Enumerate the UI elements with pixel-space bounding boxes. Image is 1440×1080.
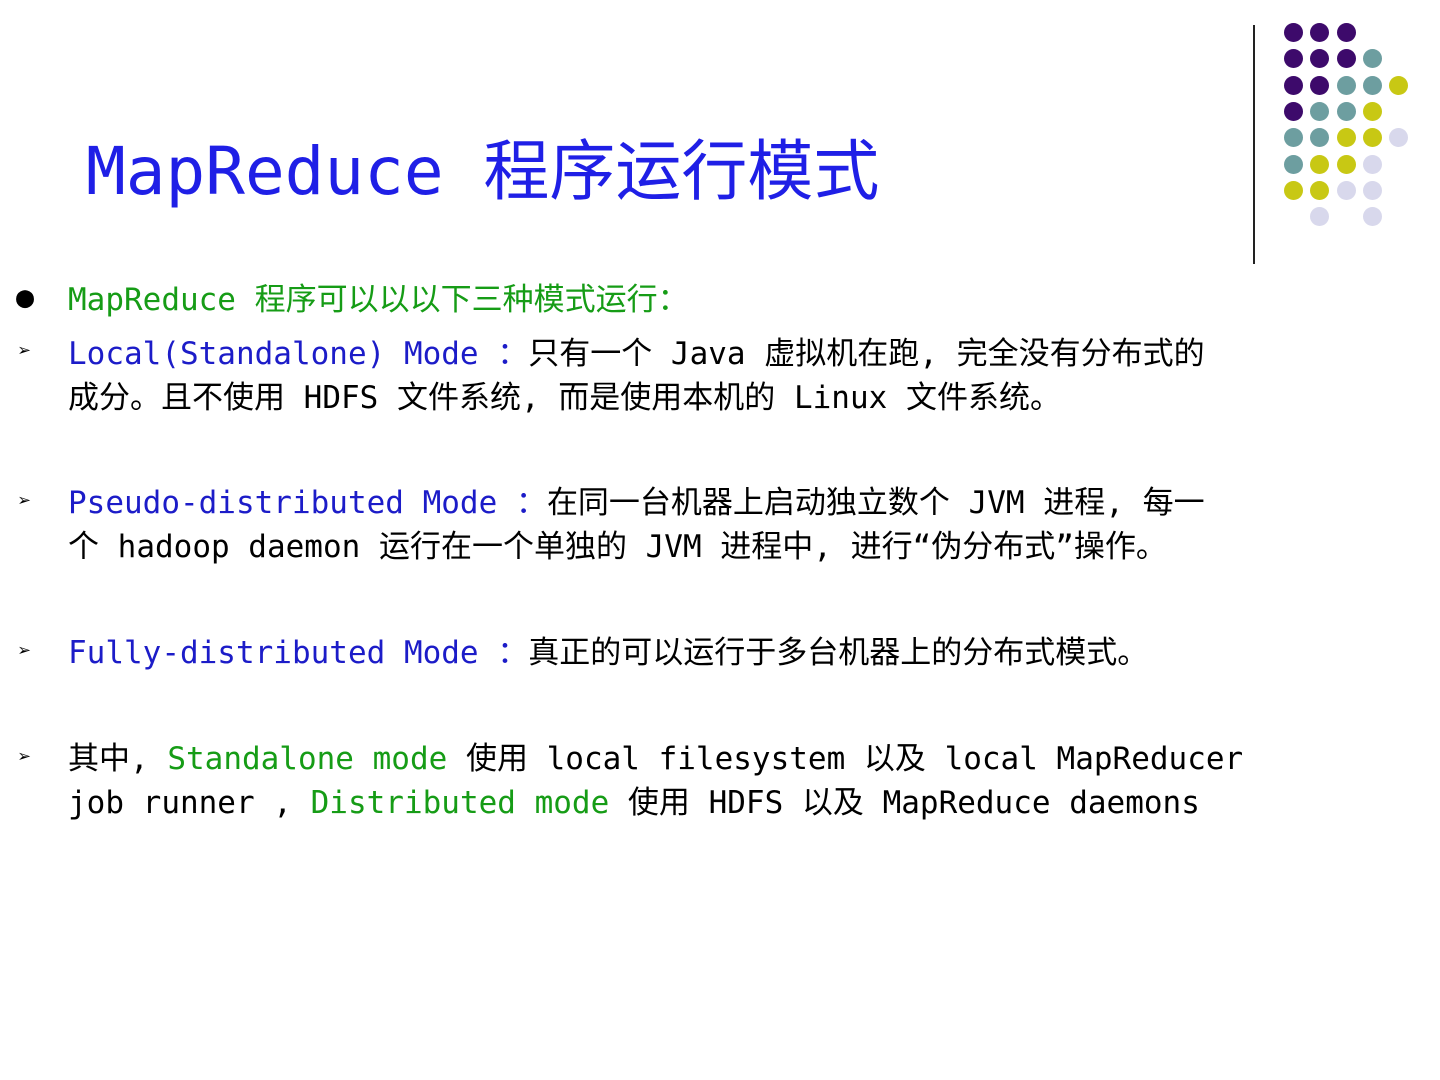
decorative-dot xyxy=(1336,49,1356,69)
decorative-dot xyxy=(1362,128,1382,148)
decorative-dot xyxy=(1362,180,1382,200)
decorative-dot xyxy=(1284,49,1303,69)
decorative-dot xyxy=(1310,207,1330,227)
note-prefix: 其中, xyxy=(68,741,168,777)
decorative-dot xyxy=(1310,101,1330,121)
decorative-dot xyxy=(1284,75,1303,95)
decorative-dot xyxy=(1284,128,1303,148)
slide-title: MapReduce 程序运行模式 xyxy=(86,133,880,210)
arrowhead-bullet-icon: ➢ xyxy=(18,489,32,514)
decorative-dot xyxy=(1310,49,1330,69)
list-item: 其中, Standalone mode 使用 local filesystem … xyxy=(68,737,1243,781)
mode-description-continued: 成分。且不使用 HDFS 文件系统, 而是使用本机的 Linux 文件系统。 xyxy=(68,380,1061,416)
decorative-dot xyxy=(1284,154,1303,174)
decorative-dot xyxy=(1284,180,1303,200)
list-item-continued: job runner , Distributed mode 使用 HDFS 以及… xyxy=(68,781,1200,825)
decorative-dot-grid xyxy=(0,0,1440,250)
mode-description: 只有一个 Java 虚拟机在跑, 完全没有分布式的 xyxy=(528,336,1205,372)
decorative-dot xyxy=(1362,49,1382,69)
list-item: Local(Standalone) Mode ：只有一个 Java 虚拟机在跑,… xyxy=(68,332,1205,376)
decorative-dot xyxy=(1310,75,1330,95)
decorative-dot xyxy=(1310,154,1330,174)
decorative-dot xyxy=(1336,154,1356,174)
list-item: Fully-distributed Mode ：真正的可以运行于多台机器上的分布… xyxy=(68,631,1148,675)
decorative-dot xyxy=(1336,75,1356,95)
decorative-dot xyxy=(1362,154,1382,174)
mode-name: Local(Standalone) Mode ： xyxy=(68,336,529,372)
decorative-dot xyxy=(1284,101,1303,121)
mode-name: Fully-distributed Mode ： xyxy=(68,635,529,671)
decorative-dot xyxy=(1336,23,1356,42)
decorative-dot xyxy=(1336,128,1356,148)
decorative-dot xyxy=(1310,180,1330,200)
mode-description: 真正的可以运行于多台机器上的分布式模式。 xyxy=(528,635,1149,671)
decorative-dot xyxy=(1284,23,1303,42)
mode-description-continued: 个 hadoop daemon 运行在一个单独的 JVM 进程中, 进行“伪分布… xyxy=(68,529,1167,565)
distributed-mode-label: Distributed mode xyxy=(310,785,610,821)
title-divider-line xyxy=(1253,25,1255,264)
note-text: job runner , xyxy=(68,785,311,821)
decorative-dot xyxy=(1310,23,1330,42)
decorative-dot xyxy=(1389,128,1409,148)
decorative-dot xyxy=(1362,101,1382,121)
arrowhead-bullet-icon: ➢ xyxy=(18,639,32,664)
decorative-dot xyxy=(1389,75,1409,95)
list-item: Pseudo-distributed Mode ：在同一台机器上启动独立数个 J… xyxy=(68,481,1205,525)
decorative-dot xyxy=(1310,128,1330,148)
decorative-dot xyxy=(1362,207,1382,227)
decorative-dot xyxy=(1362,75,1382,95)
filled-circle-bullet-icon: ● xyxy=(16,280,35,315)
arrowhead-bullet-icon: ➢ xyxy=(18,745,32,770)
mode-name: Pseudo-distributed Mode ： xyxy=(68,485,547,521)
decorative-dot xyxy=(1336,101,1356,121)
mode-description: 在同一台机器上启动独立数个 JVM 进程, 每一 xyxy=(546,485,1205,521)
arrowhead-bullet-icon: ➢ xyxy=(18,339,32,364)
intro-text: MapReduce 程序可以以以下三种模式运行： xyxy=(68,282,689,318)
standalone-mode-label: Standalone mode xyxy=(167,741,448,777)
note-text: 使用 HDFS 以及 MapReduce daemons xyxy=(609,785,1200,821)
note-text: 使用 local filesystem 以及 local MapReducer xyxy=(447,741,1244,777)
decorative-dot xyxy=(1336,180,1356,200)
